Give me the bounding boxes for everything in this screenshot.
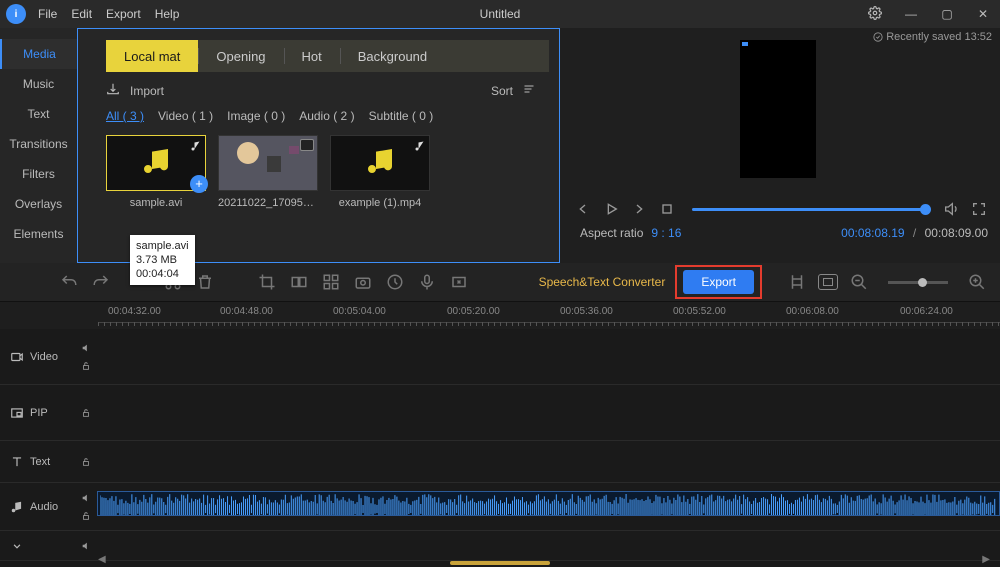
lock-icon[interactable] xyxy=(81,408,91,418)
thumb-label: sample.avi xyxy=(106,197,206,209)
media-tab-bar: Local mat Opening Hot Background xyxy=(106,40,549,72)
timeline-tracks: Video PIP Text Audio xyxy=(0,329,1000,567)
thumb-label: 20211022_170955... xyxy=(218,197,318,209)
export-highlight: Export xyxy=(675,265,762,299)
lock-icon[interactable] xyxy=(81,511,91,521)
waveform-icon xyxy=(100,494,997,516)
filter-subtitle[interactable]: Subtitle ( 0 ) xyxy=(369,109,434,123)
timeline-ruler[interactable]: 00:04:32.00 00:04:48.00 00:05:04.00 00:0… xyxy=(0,301,1000,329)
delete-button[interactable] xyxy=(194,271,216,293)
app-logo-icon: i xyxy=(6,4,26,24)
maximize-button[interactable]: ▢ xyxy=(934,7,960,21)
add-to-timeline-icon[interactable]: + xyxy=(190,175,208,193)
minimize-button[interactable]: — xyxy=(898,7,924,21)
media-thumb-sample[interactable]: + sample.avi xyxy=(106,135,206,209)
speech-text-converter-link[interactable]: Speech&Text Converter xyxy=(539,275,666,289)
tab-local-mat[interactable]: Local mat xyxy=(106,40,198,72)
horizontal-scrollbar[interactable] xyxy=(450,561,550,565)
sort-label[interactable]: Sort xyxy=(491,84,513,98)
tab-opening[interactable]: Opening xyxy=(198,40,283,72)
filter-audio[interactable]: Audio ( 2 ) xyxy=(299,109,354,123)
aspect-label: Aspect ratio xyxy=(580,226,643,240)
zoom-out-button[interactable] xyxy=(848,271,870,293)
saved-status: Recently saved 13:52 xyxy=(873,31,992,43)
sidebar-item-filters[interactable]: Filters xyxy=(0,159,77,189)
volume-icon[interactable] xyxy=(942,200,960,218)
import-label[interactable]: Import xyxy=(130,84,164,98)
sidebar-item-elements[interactable]: Elements xyxy=(0,219,77,249)
scroll-left-icon[interactable]: ◀ xyxy=(98,554,106,565)
tab-background[interactable]: Background xyxy=(340,40,445,72)
aspect-value[interactable]: 9 : 16 xyxy=(651,226,681,240)
marker-button[interactable] xyxy=(786,271,808,293)
sidebar-item-music[interactable]: Music xyxy=(0,69,77,99)
settings-gear-icon[interactable] xyxy=(862,6,888,23)
left-sidebar: Media Music Text Transitions Filters Ove… xyxy=(0,28,77,263)
sidebar-item-transitions[interactable]: Transitions xyxy=(0,129,77,159)
mute-icon[interactable] xyxy=(81,493,91,503)
next-frame-button[interactable] xyxy=(630,200,648,218)
thumb-label: example (1).mp4 xyxy=(330,197,430,209)
track-audio[interactable]: Audio xyxy=(0,483,1000,531)
window-title: Untitled xyxy=(480,7,521,21)
media-panel: Local mat Opening Hot Background Import … xyxy=(77,28,560,263)
sidebar-item-text[interactable]: Text xyxy=(0,99,77,129)
track-extra[interactable] xyxy=(0,531,1000,561)
menu-help[interactable]: Help xyxy=(155,7,180,21)
media-tooltip: sample.avi 3.73 MB 00:04:04 xyxy=(130,235,195,285)
play-button[interactable] xyxy=(602,200,620,218)
music-note-icon xyxy=(364,145,396,182)
sort-icon[interactable] xyxy=(521,83,537,98)
track-video[interactable]: Video xyxy=(0,329,1000,385)
fit-button[interactable] xyxy=(818,274,838,290)
current-time: 00:08:08.19 xyxy=(841,226,904,240)
mute-icon[interactable] xyxy=(81,343,91,353)
video-badge-icon xyxy=(300,139,314,151)
total-time: 00:08:09.00 xyxy=(925,226,988,240)
preview-panel: Recently saved 13:52 Aspect ratio 9 : 16… xyxy=(560,28,1000,263)
filter-video[interactable]: Video ( 1 ) xyxy=(158,109,213,123)
lock-icon[interactable] xyxy=(81,361,91,371)
zoom-slider[interactable] xyxy=(888,281,948,284)
redo-button[interactable] xyxy=(90,271,112,293)
undo-button[interactable] xyxy=(58,271,80,293)
menu-file[interactable]: File xyxy=(38,7,57,21)
media-thumb-example[interactable]: example (1).mp4 xyxy=(330,135,430,209)
snapshot-button[interactable] xyxy=(352,271,374,293)
scroll-right-icon[interactable]: ▶ xyxy=(982,554,990,565)
mute-icon[interactable] xyxy=(81,541,91,551)
corner-music-icon xyxy=(414,139,426,157)
track-pip[interactable]: PIP xyxy=(0,385,1000,441)
lock-icon[interactable] xyxy=(81,457,91,467)
import-icon[interactable] xyxy=(106,82,120,99)
title-bar: i File Edit Export Help Untitled — ▢ ✕ xyxy=(0,0,1000,28)
filter-all[interactable]: All ( 3 ) xyxy=(106,109,144,123)
track-text[interactable]: Text xyxy=(0,441,1000,483)
voice-button[interactable] xyxy=(416,271,438,293)
split-button[interactable] xyxy=(288,271,310,293)
music-note-icon xyxy=(140,145,172,182)
freeze-button[interactable] xyxy=(448,271,470,293)
corner-music-icon xyxy=(190,139,202,157)
stop-button[interactable] xyxy=(658,200,676,218)
tab-hot[interactable]: Hot xyxy=(284,40,340,72)
media-thumb-video[interactable]: 20211022_170955... xyxy=(218,135,318,209)
sidebar-item-media[interactable]: Media xyxy=(0,39,77,69)
crop-button[interactable] xyxy=(256,271,278,293)
menu-export[interactable]: Export xyxy=(106,7,141,21)
audio-clip[interactable] xyxy=(97,491,1000,516)
preview-canvas[interactable] xyxy=(740,40,816,178)
fullscreen-icon[interactable] xyxy=(970,200,988,218)
seek-bar[interactable] xyxy=(692,208,926,211)
menu-edit[interactable]: Edit xyxy=(71,7,92,21)
filter-image[interactable]: Image ( 0 ) xyxy=(227,109,285,123)
export-button[interactable]: Export xyxy=(683,270,754,294)
mosaic-button[interactable] xyxy=(320,271,342,293)
zoom-in-button[interactable] xyxy=(966,271,988,293)
close-button[interactable]: ✕ xyxy=(970,7,996,21)
speed-button[interactable] xyxy=(384,271,406,293)
prev-frame-button[interactable] xyxy=(574,200,592,218)
sidebar-item-overlays[interactable]: Overlays xyxy=(0,189,77,219)
media-filter-row: All ( 3 ) Video ( 1 ) Image ( 0 ) Audio … xyxy=(106,109,559,123)
